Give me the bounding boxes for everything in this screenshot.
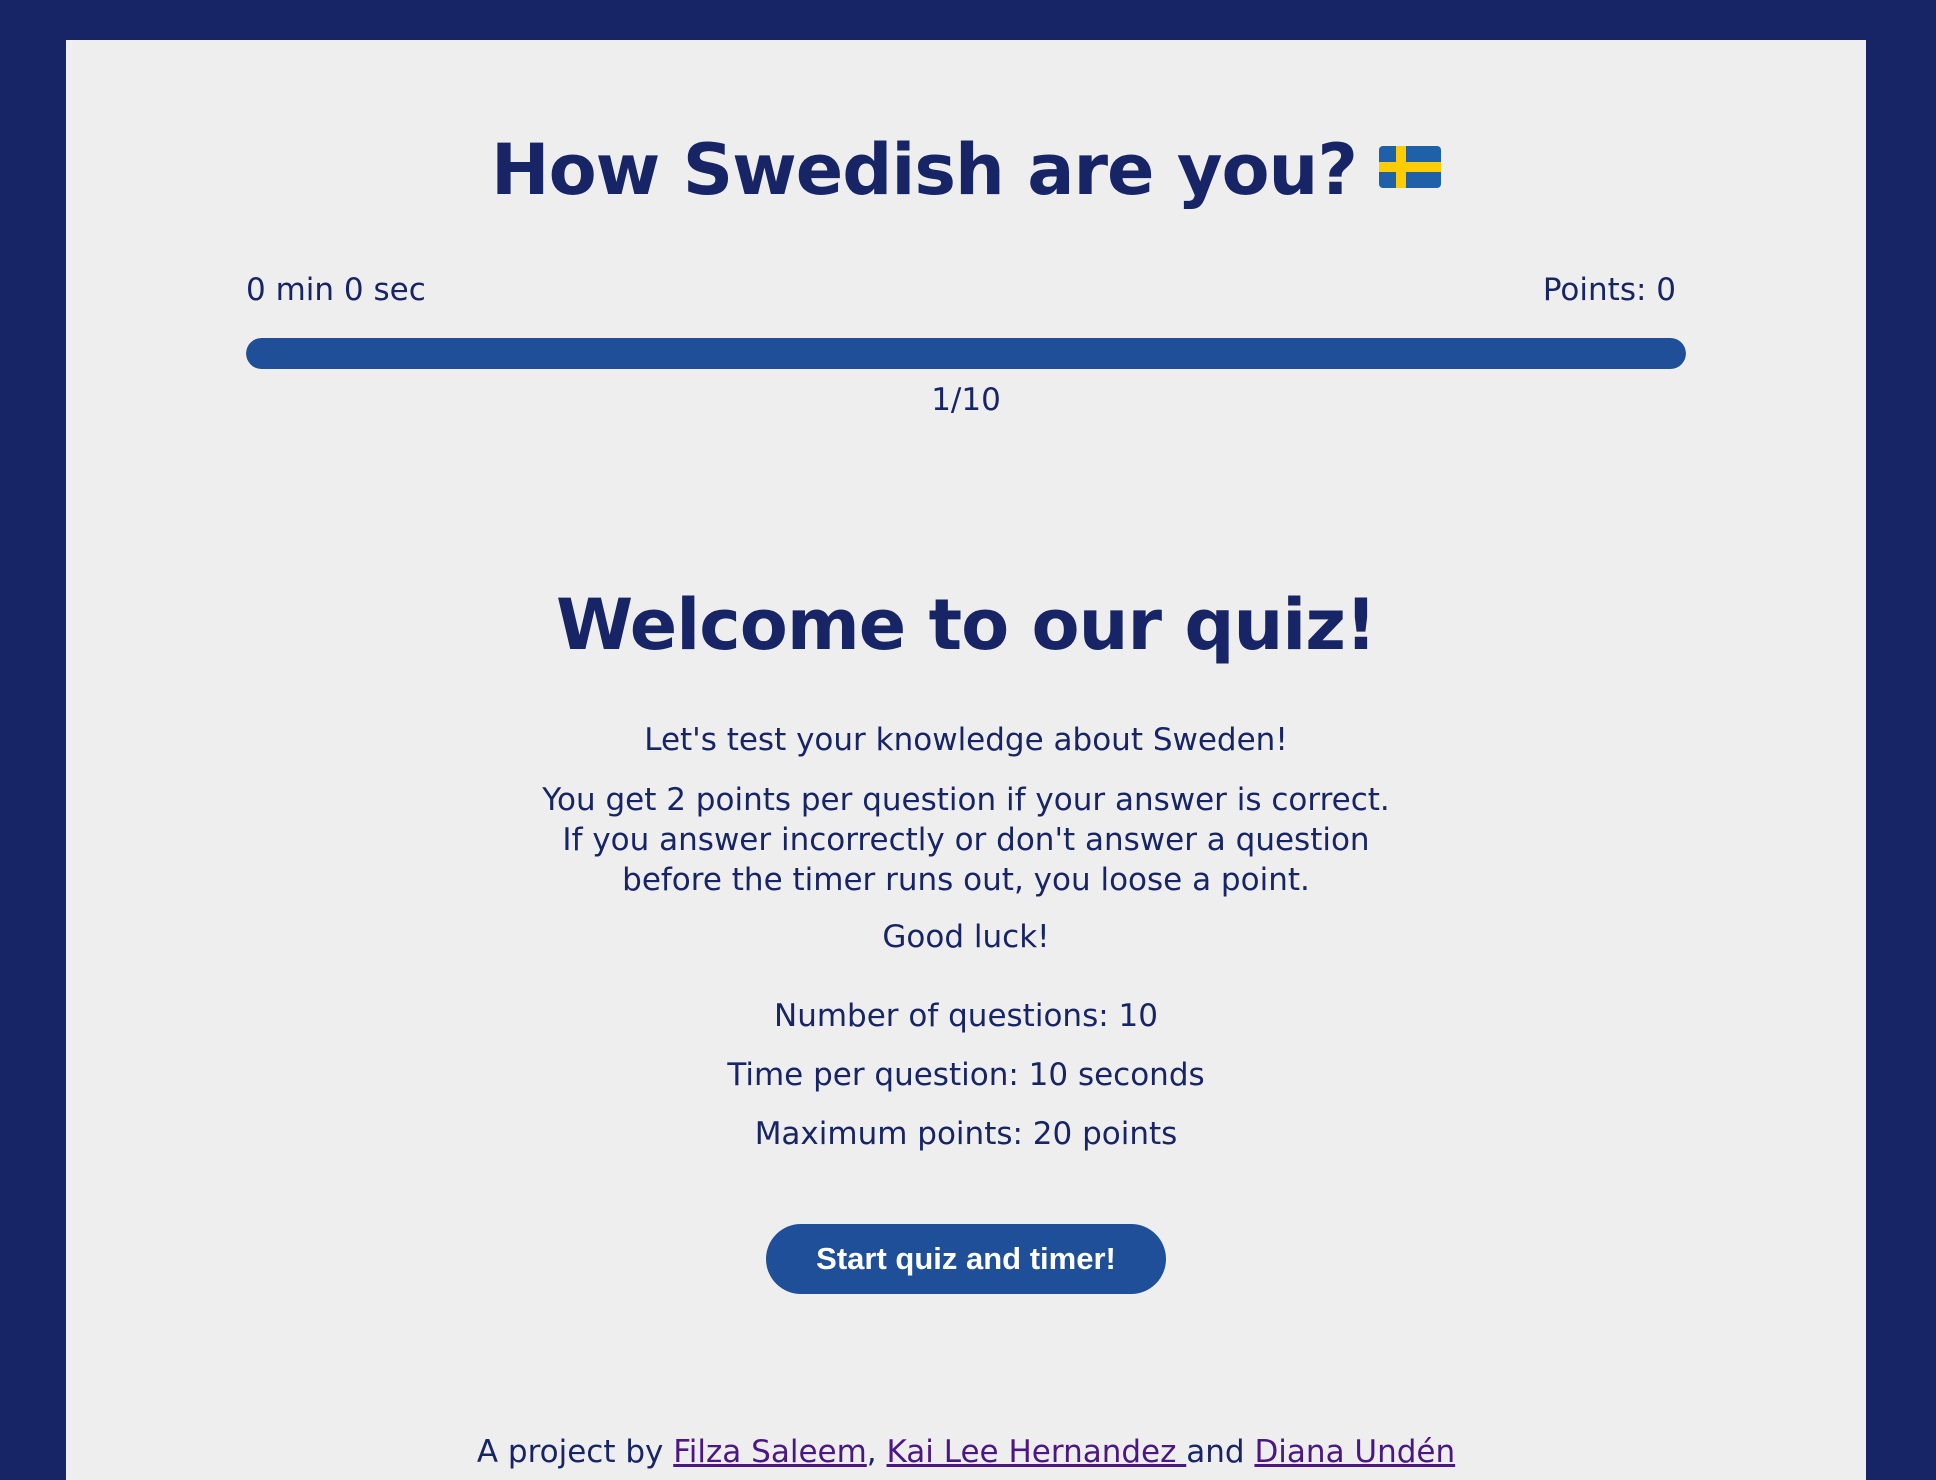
timer-display: 0 min 0 sec [246,272,426,308]
rules-line: before the timer runs out, you loose a p… [622,862,1310,898]
rules-line: If you answer incorrectly or don't answe… [562,822,1370,858]
author-link-diana[interactable]: Diana Undén [1254,1434,1455,1470]
intro-text: Let's test your knowledge about Sweden! [644,722,1288,758]
footer-credits: A project by Filza Saleem, Kai Lee Herna… [66,1430,1866,1474]
num-questions-text: Number of questions: 10 [774,998,1158,1034]
start-quiz-button[interactable]: Start quiz and timer! [766,1224,1166,1294]
footer-prefix: A project by [476,1434,674,1470]
max-points-text: Maximum points: 20 points [754,1116,1178,1152]
footer-conjunction: and [1186,1434,1255,1470]
welcome-heading: Welcome to our quiz! [556,584,1377,666]
swedish-flag-icon [1379,145,1441,188]
rules-text: You get 2 points per question if your an… [66,780,1866,900]
footer-separator: , [866,1434,887,1470]
author-link-kai[interactable]: Kai Lee Hernandez [887,1434,1187,1470]
author-link-filza[interactable]: Filza Saleem [673,1434,867,1470]
app-title-text: How Swedish are you? [490,129,1358,211]
points-display: Points: 0 [1542,272,1676,308]
good-luck-text: Good luck! [882,919,1050,955]
app-title: How Swedish are you? [66,120,1866,220]
progress-bar [246,338,1686,369]
rules-line: You get 2 points per question if your an… [542,782,1390,818]
quiz-page: How Swedish are you? 0 min 0 sec Points:… [66,40,1866,1480]
progress-bar-fill [246,338,1686,369]
question-counter: 1/10 [931,382,1001,418]
time-per-question-text: Time per question: 10 seconds [727,1057,1205,1093]
